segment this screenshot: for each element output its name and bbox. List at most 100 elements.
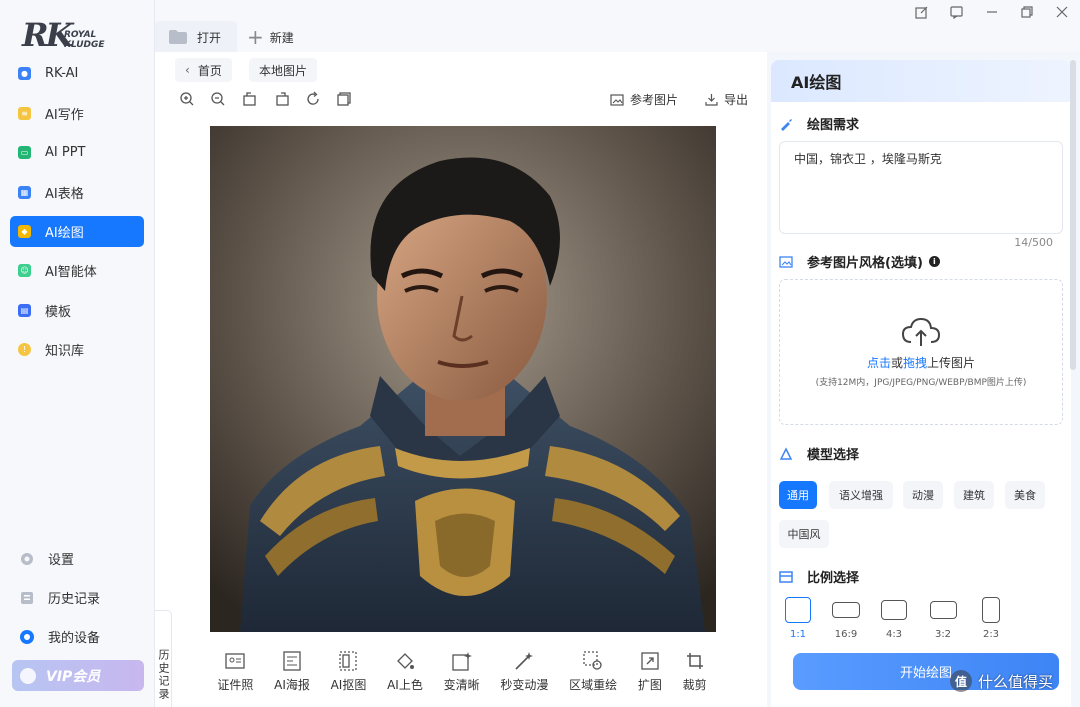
ai-cutout-tool[interactable]: AI抠图 [330, 650, 367, 693]
plus-icon: + [247, 25, 264, 49]
sidebar-item-label: AI PPT [45, 145, 86, 160]
prompt-counter: 14/500 [1014, 236, 1053, 249]
image-tools-bar: 证件照 AI海报 AI抠图 AI上色 变清晰 秒变动漫 区域重绘 扩图 裁剪 [207, 632, 717, 700]
history-icon [18, 589, 35, 606]
export-label: 导出 [724, 93, 749, 107]
upload-click-link[interactable]: 点击 [867, 356, 891, 370]
prompt-input[interactable]: 中国，锦衣卫 ，埃隆马斯克 [779, 141, 1063, 234]
generated-image[interactable] [210, 126, 716, 632]
close-icon[interactable] [1054, 4, 1070, 20]
history-side-tab[interactable]: 历史记录 [155, 610, 172, 707]
paint-bucket-icon [394, 650, 416, 672]
model-chip-semantic[interactable]: 语义增强 [829, 481, 893, 509]
ratio-3-2[interactable]: 3:2 [925, 597, 961, 640]
id-photo-tool[interactable]: 证件照 [217, 650, 253, 693]
rotate-left-icon[interactable] [241, 90, 259, 108]
tool-label: AI上色 [387, 678, 423, 692]
upload-drag-link[interactable]: 拖拽 [903, 356, 927, 370]
anime-tool[interactable]: 秒变动漫 [500, 650, 548, 693]
table-icon: ▦ [18, 186, 31, 199]
expand-tool[interactable]: 扩图 [638, 650, 662, 693]
upload-or-text: 或 [890, 356, 903, 370]
tool-label: AI抠图 [330, 678, 367, 692]
ratio-2-3[interactable]: 2:3 [973, 597, 1009, 640]
image-upload-area[interactable]: 点击或拖拽上传图片 (支持12M内，JPG/JPEG/PNG/WEBP/BMP图… [779, 279, 1063, 425]
rotate-right-icon[interactable] [273, 90, 291, 108]
sidebar-item-templates[interactable]: ▤ 模板 [10, 295, 144, 326]
sidebar-item-rk-ai[interactable]: ● RK-AI [10, 58, 144, 89]
upload-hint: (支持12M内，JPG/JPEG/PNG/WEBP/BMP图片上传) [815, 378, 1027, 388]
tool-label: 证件照 [217, 678, 254, 692]
sidebar: RK ROYAL KLUDGE ● RK-AI ≡ AI写作 ▭ AI PPT … [0, 0, 155, 707]
sidebar-item-ai-table[interactable]: ▦ AI表格 [10, 177, 144, 208]
ratio-shape [881, 600, 907, 620]
ratio-shape [785, 597, 811, 623]
refresh-icon[interactable] [304, 90, 322, 108]
ratio-section-title: 比例选择 [779, 567, 859, 586]
tool-label: 扩图 [637, 678, 662, 692]
generated-portrait [210, 126, 716, 632]
tab-open-label: 打开 [197, 30, 222, 45]
panel-title: AI绘图 [771, 60, 1071, 102]
prompt-value: 中国，锦衣卫 ，埃隆马斯克 [794, 152, 942, 166]
ai-colorize-tool[interactable]: AI上色 [387, 650, 423, 693]
model-chip-general[interactable]: 通用 [779, 481, 817, 509]
enhance-tool[interactable]: 变清晰 [444, 650, 480, 693]
model-chip-chinese-style[interactable]: 中国风 [779, 520, 829, 548]
breadcrumb-home[interactable]: ‹ 首页 [175, 58, 232, 82]
sidebar-item-ai-writing[interactable]: ≡ AI写作 [10, 98, 144, 129]
crop-tool[interactable]: 裁剪 [683, 650, 707, 693]
zoom-out-icon[interactable] [209, 90, 227, 108]
chevron-left-icon: ‹ [185, 63, 190, 77]
settings-button[interactable]: 设置 [18, 549, 74, 568]
region-redraw-tool[interactable]: 区域重绘 [569, 650, 617, 693]
feedback-icon[interactable] [948, 4, 964, 20]
watermark-text: 什么值得买 [978, 672, 1054, 691]
breadcrumb-current: 本地图片 [249, 58, 318, 82]
style-section-title: 参考图片风格(选填) i [779, 252, 940, 271]
sidebar-item-label: AI表格 [45, 187, 84, 202]
sparkle-frame-icon [451, 650, 473, 672]
my-devices-button[interactable]: 我的设备 [18, 627, 100, 646]
template-icon: ▤ [18, 304, 31, 317]
export-button[interactable]: 导出 [705, 91, 748, 108]
region-brush-icon [582, 650, 604, 672]
panel-scrollbar[interactable] [1070, 60, 1076, 370]
info-icon[interactable]: i [928, 256, 940, 267]
ratio-1-1[interactable]: 1:1 [780, 597, 816, 640]
model-chip-food[interactable]: 美食 [1005, 481, 1045, 509]
model-chip-architecture[interactable]: 建筑 [954, 481, 994, 509]
tab-new-label: 新建 [269, 30, 294, 45]
picture-icon [610, 93, 624, 106]
sidebar-item-knowledge-base[interactable]: ! 知识库 [10, 334, 144, 365]
gear-icon [18, 550, 35, 567]
tab-new[interactable]: + 新建 [247, 21, 294, 53]
poster-icon [281, 650, 303, 672]
ratio-16-9[interactable]: 16:9 [828, 597, 864, 640]
sidebar-item-ai-drawing[interactable]: ◆ AI绘图 [10, 216, 144, 247]
reference-image-button[interactable]: 参考图片 [610, 91, 678, 108]
image-icon: ◆ [18, 225, 31, 238]
model-chip-anime[interactable]: 动漫 [903, 481, 943, 509]
copy-icon[interactable] [335, 90, 353, 108]
tab-open[interactable]: 打开 [155, 21, 237, 53]
ratio-label: 2:3 [982, 629, 1000, 640]
maximize-icon[interactable] [1019, 4, 1035, 20]
presentation-icon: ▭ [18, 146, 31, 159]
minimize-icon[interactable] [984, 4, 1000, 20]
ratio-label: 4:3 [885, 629, 903, 640]
ratio-4-3[interactable]: 4:3 [876, 597, 912, 640]
zoom-in-icon[interactable] [178, 90, 196, 108]
vip-label: VIP会员 [46, 668, 101, 685]
vip-avatar-icon [20, 667, 36, 684]
brush-icon [779, 117, 793, 131]
id-card-icon [224, 650, 246, 672]
ratio-label: 1:1 [789, 629, 807, 640]
edit-icon[interactable] [913, 4, 929, 20]
ai-poster-tool[interactable]: AI海报 [274, 650, 310, 693]
lightbulb-icon: ! [18, 343, 31, 356]
history-button[interactable]: 历史记录 [18, 588, 100, 607]
vip-button[interactable]: VIP会员 [12, 660, 144, 691]
sidebar-item-ai-ppt[interactable]: ▭ AI PPT [10, 137, 144, 168]
sidebar-item-ai-agent[interactable]: ☺ AI智能体 [10, 255, 144, 286]
